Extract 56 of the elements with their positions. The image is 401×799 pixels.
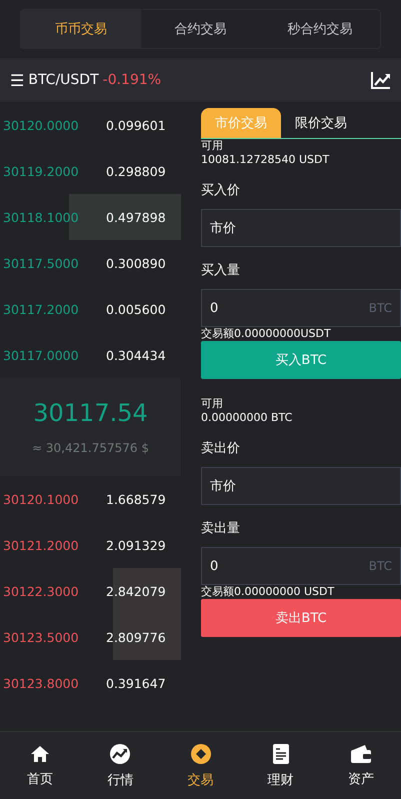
mode-tab[interactable]: 币币交易 <box>21 10 141 48</box>
bid-price: 30117.0000 <box>2 348 80 362</box>
bid-price: 30118.1000 <box>2 210 80 224</box>
wallet-icon <box>350 744 372 764</box>
bid-price: 30117.5000 <box>2 256 80 270</box>
price-change: -0.191% <box>102 72 162 88</box>
available-label: 可用 <box>201 139 224 153</box>
nav-item[interactable]: 资产 <box>320 732 401 799</box>
bid-amount: 0.304434 <box>106 348 166 362</box>
ask-price: 30123.5000 <box>2 630 80 644</box>
bid-amount: 0.497898 <box>106 210 166 224</box>
menu-icon[interactable]: ☰ <box>10 70 24 90</box>
ask-price: 30121.2000 <box>2 538 80 552</box>
ask-price: 30120.1000 <box>2 492 80 506</box>
ask-price: 30123.8000 <box>2 676 80 690</box>
available-balance: 10081.12728540 USDT <box>201 153 330 167</box>
ask-amount: 2.809776 <box>106 630 166 644</box>
bid-price: 30117.2000 <box>2 302 80 316</box>
ask-amount: 1.668579 <box>106 492 166 506</box>
bid-price: 30119.2000 <box>2 164 80 178</box>
nav-item[interactable]: 交易 <box>160 732 241 799</box>
price-field[interactable]: 市价 <box>201 467 401 505</box>
home-icon <box>30 744 50 764</box>
mode-tab[interactable]: 合约交易 <box>140 10 260 48</box>
trend-icon <box>109 742 132 764</box>
nav-item[interactable]: 理财 <box>240 732 321 799</box>
ask-price: 30122.3000 <box>2 584 80 598</box>
nav-item[interactable]: 行情 <box>80 732 160 799</box>
ask-amount: 2.091329 <box>106 538 166 552</box>
bid-amount: 0.298809 <box>106 164 166 178</box>
bid-amount: 0.300890 <box>106 256 166 270</box>
available-label: 可用 <box>201 397 224 411</box>
amount-field[interactable]: 0 BTC <box>201 547 401 585</box>
price-label: 卖出价 <box>201 440 241 457</box>
bid-amount: 0.005600 <box>106 302 166 316</box>
amount-label: 买入量 <box>201 262 241 279</box>
mode-tab[interactable]: 秒合约交易 <box>260 10 380 48</box>
coin-icon <box>190 742 212 764</box>
trade-total: 交易额0.00000000 USDT <box>201 585 336 599</box>
order-tab[interactable]: 限价交易 <box>281 108 361 138</box>
available-balance: 0.00000000 BTC <box>201 411 294 425</box>
bid-amount: 0.099601 <box>106 118 166 132</box>
ask-amount: 2.842079 <box>106 584 166 598</box>
chart-icon[interactable] <box>371 71 391 89</box>
amount-field[interactable]: 0 BTC <box>201 289 401 327</box>
last-price-usd: ≈ 30,421.757576 $ <box>32 441 149 455</box>
pair-name[interactable]: BTC/USDT <box>28 72 99 88</box>
bid-price: 30120.0000 <box>2 118 80 132</box>
document-icon <box>272 742 290 764</box>
nav-item[interactable]: 首页 <box>0 732 80 799</box>
last-price: 30117.54 <box>33 399 148 427</box>
amount-label: 卖出量 <box>201 520 241 537</box>
price-label: 买入价 <box>201 182 241 199</box>
ask-amount: 0.391647 <box>106 676 166 690</box>
trade-total: 交易额0.00000000USDT <box>201 327 332 341</box>
price-field[interactable]: 市价 <box>201 209 401 247</box>
